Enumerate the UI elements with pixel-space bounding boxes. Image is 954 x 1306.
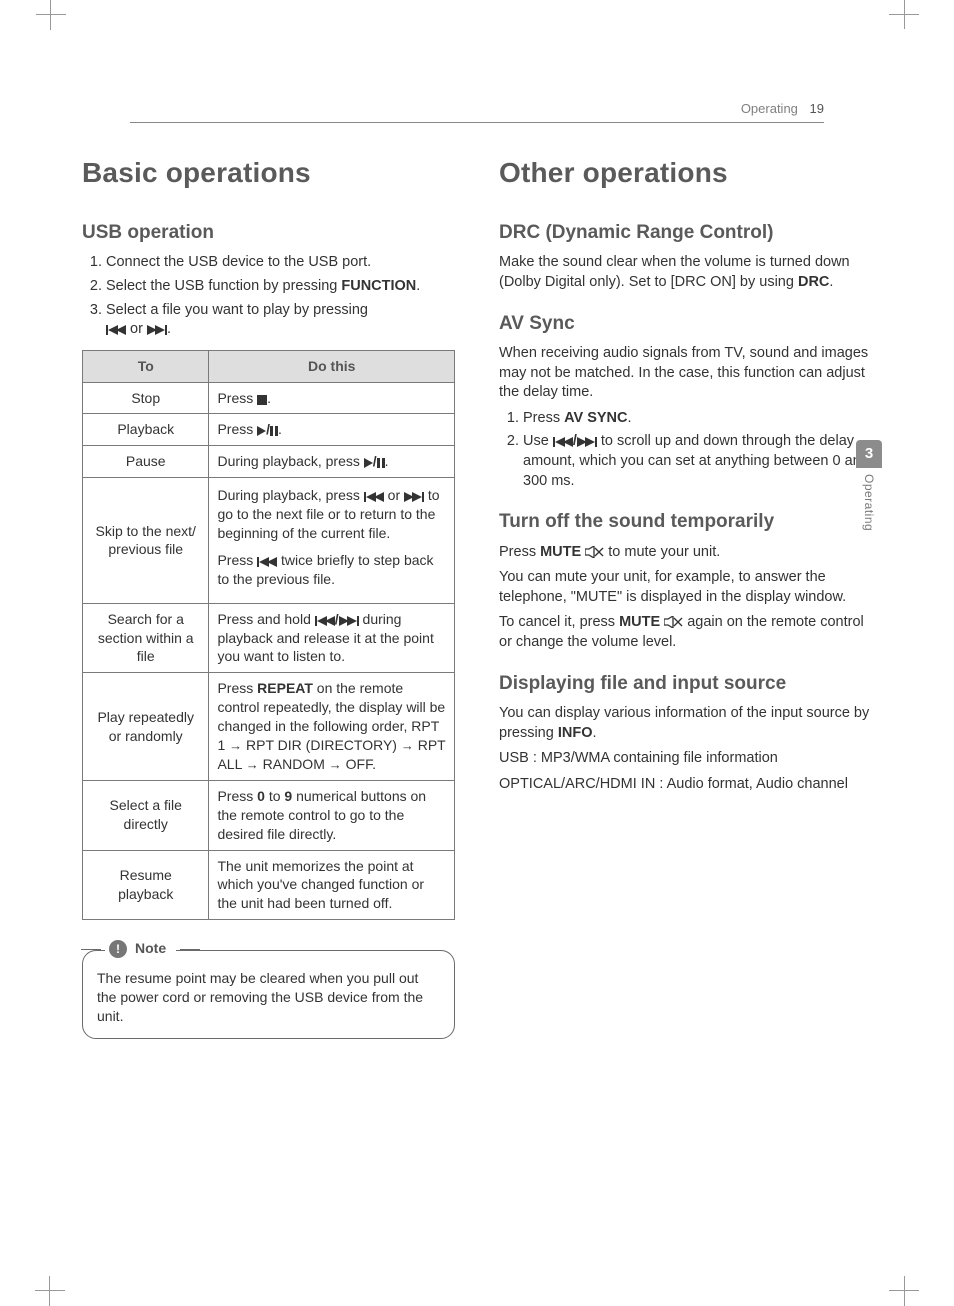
drc-heading: DRC (Dynamic Range Control) bbox=[499, 220, 872, 246]
display-heading: Displaying file and input source bbox=[499, 671, 872, 697]
row-resume-to: Resume playback bbox=[83, 850, 209, 920]
skip-prev-icon bbox=[364, 492, 384, 502]
row-pause-to: Pause bbox=[83, 446, 209, 478]
side-tab-number: 3 bbox=[856, 440, 882, 468]
av-sync-step-2: Use / to scroll up and down through the … bbox=[523, 432, 872, 491]
note-box: ! Note The resume point may be cleared w… bbox=[82, 950, 455, 1039]
row-search-to: Search for a section within a file bbox=[83, 603, 209, 673]
skip-prev-icon bbox=[257, 557, 277, 567]
row-repeat-do: Press REPEAT on the remote control repea… bbox=[209, 673, 455, 780]
display-p2: USB : MP3/WMA containing file informatio… bbox=[499, 749, 872, 769]
pause-icon bbox=[377, 458, 385, 468]
mute-p2: You can mute your unit, for example, to … bbox=[499, 568, 872, 607]
left-column: Basic operations USB operation Connect t… bbox=[82, 154, 455, 1039]
row-resume-do: The unit memorizes the point at which yo… bbox=[209, 850, 455, 920]
play-icon bbox=[257, 426, 266, 436]
display-p1: You can display various information of t… bbox=[499, 704, 872, 743]
skip-next-icon bbox=[339, 616, 359, 626]
row-stop-to: Stop bbox=[83, 382, 209, 414]
usb-step-2: Select the USB function by pressing FUNC… bbox=[106, 277, 455, 297]
av-sync-steps: Press AV SYNC. Use / to scroll up and do… bbox=[499, 409, 872, 491]
arrow-icon: → bbox=[246, 757, 259, 772]
header-rule bbox=[130, 122, 824, 123]
row-playback-to: Playback bbox=[83, 414, 209, 446]
side-tab: 3 Operating bbox=[856, 440, 882, 531]
note-title: Note bbox=[135, 939, 166, 958]
drc-paragraph: Make the sound clear when the volume is … bbox=[499, 253, 872, 292]
arrow-icon: → bbox=[401, 738, 414, 753]
mute-heading: Turn off the sound temporarily bbox=[499, 509, 872, 535]
av-sync-paragraph: When receiving audio signals from TV, so… bbox=[499, 344, 872, 403]
header-section: Operating bbox=[741, 101, 798, 116]
row-skip-do: During playback, press or to go to the n… bbox=[209, 478, 455, 603]
skip-prev-icon bbox=[106, 325, 126, 335]
av-sync-step-1: Press AV SYNC. bbox=[523, 409, 872, 429]
skip-next-icon bbox=[404, 492, 424, 502]
row-repeat-to: Play repeatedly or randomly bbox=[83, 673, 209, 780]
usb-operation-heading: USB operation bbox=[82, 220, 455, 246]
row-direct-to: Select a file directly bbox=[83, 780, 209, 850]
mute-icon bbox=[585, 546, 604, 558]
other-operations-heading: Other operations bbox=[499, 154, 872, 192]
av-sync-heading: AV Sync bbox=[499, 311, 872, 337]
row-direct-do: Press 0 to 9 numerical buttons on the re… bbox=[209, 780, 455, 850]
row-skip-to: Skip to the next/ previous file bbox=[83, 478, 209, 603]
th-to: To bbox=[83, 350, 209, 382]
note-tab: ! Note bbox=[105, 939, 176, 958]
note-body: The resume point may be cleared when you… bbox=[97, 970, 423, 1024]
skip-next-icon bbox=[147, 325, 167, 335]
skip-prev-icon bbox=[553, 437, 573, 447]
usb-step-3: Select a file you want to play by pressi… bbox=[106, 301, 455, 340]
usb-operations-table: To Do this Stop Press . Playback Press /… bbox=[82, 350, 455, 920]
page-number: 19 bbox=[802, 101, 824, 116]
arrow-icon: → bbox=[229, 738, 242, 753]
pause-icon bbox=[270, 426, 278, 436]
play-icon bbox=[364, 458, 373, 468]
row-search-do: Press and hold / during playback and rel… bbox=[209, 603, 455, 673]
skip-next-icon bbox=[577, 437, 597, 447]
usb-step-1: Connect the USB device to the USB port. bbox=[106, 253, 455, 273]
row-stop-do: Press . bbox=[209, 382, 455, 414]
mute-p1: Press MUTE to mute your unit. bbox=[499, 543, 872, 563]
th-do: Do this bbox=[209, 350, 455, 382]
basic-operations-heading: Basic operations bbox=[82, 154, 455, 192]
note-badge-icon: ! bbox=[109, 940, 127, 958]
mute-icon bbox=[664, 616, 683, 628]
row-pause-do: During playback, press /. bbox=[209, 446, 455, 478]
stop-icon bbox=[257, 395, 267, 405]
arrow-icon: → bbox=[329, 757, 342, 772]
right-column: Other operations DRC (Dynamic Range Cont… bbox=[499, 154, 872, 1039]
side-tab-label: Operating bbox=[861, 474, 877, 531]
usb-steps: Connect the USB device to the USB port. … bbox=[82, 253, 455, 339]
display-p3: OPTICAL/ARC/HDMI IN : Audio format, Audi… bbox=[499, 775, 872, 795]
row-playback-do: Press /. bbox=[209, 414, 455, 446]
skip-prev-icon bbox=[315, 616, 335, 626]
running-header: Operating 19 bbox=[741, 100, 824, 118]
mute-p3: To cancel it, press MUTE again on the re… bbox=[499, 613, 872, 652]
